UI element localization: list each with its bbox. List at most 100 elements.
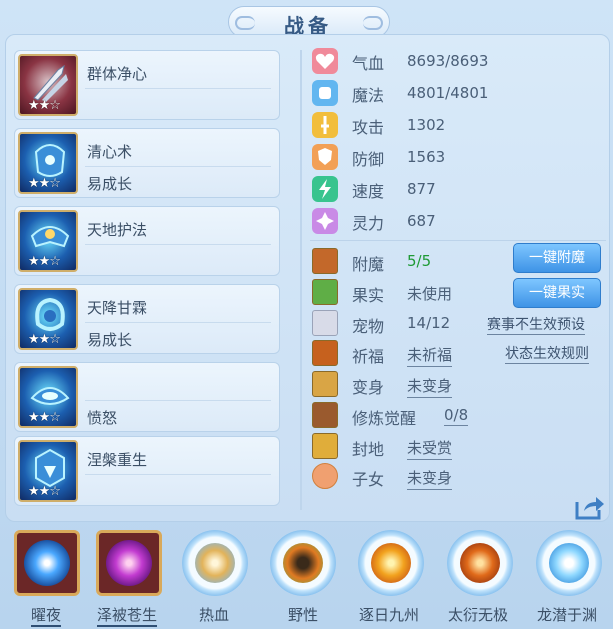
pray-icon	[312, 340, 338, 366]
stat-label: 灵力	[352, 214, 385, 233]
stat-value: 1302	[407, 116, 446, 134]
lightning-icon	[312, 176, 338, 202]
child-label: 子女	[352, 470, 385, 489]
sword-icon	[312, 112, 338, 138]
fief-value[interactable]: 未受赏	[407, 437, 453, 460]
skill-stars: ★★☆	[28, 484, 61, 499]
skill-stars: ★★☆	[28, 410, 61, 425]
talent-label: 热血	[199, 606, 230, 624]
skill-stars: ★★☆	[28, 332, 61, 347]
divider	[85, 400, 271, 401]
talent-label: 太衍无极	[448, 606, 509, 624]
armor-icon: ★★☆	[18, 288, 78, 350]
beast-icon	[283, 543, 323, 583]
one-click-fruit-button[interactable]: 一键果实	[513, 278, 601, 308]
transform-icon	[312, 371, 338, 397]
transform-label: 变身	[352, 378, 385, 397]
weapon-icon: ★★☆	[18, 54, 78, 116]
divider	[85, 88, 271, 89]
cultivate-label: 修炼觉醒	[352, 409, 417, 428]
status-rules-link[interactable]: 状态生效规则	[505, 343, 589, 364]
night-orb-icon	[24, 540, 70, 586]
column-divider	[300, 50, 302, 510]
divider	[310, 240, 606, 241]
skill-name: 清心术	[87, 143, 133, 161]
skill-card[interactable]: ★★☆ 涅槃重生	[14, 436, 280, 506]
skill-stars: ★★☆	[28, 98, 61, 113]
divider	[85, 322, 271, 323]
dragon-icon	[549, 543, 589, 583]
skill-name: 天降甘霖	[87, 299, 148, 317]
stat-label: 攻击	[352, 118, 385, 137]
skill-name: 天地护法	[87, 221, 148, 239]
palm-icon	[106, 540, 152, 586]
armor-icon: ★★☆	[18, 210, 78, 272]
child-icon	[312, 463, 338, 489]
heart-icon	[312, 48, 338, 74]
one-click-enchant-button[interactable]: 一键附魔	[513, 243, 601, 273]
skill-card[interactable]: ★★☆ 群体净心	[14, 50, 280, 120]
fruit-icon	[312, 279, 338, 305]
fruit-label: 果实	[352, 286, 385, 305]
talent-label: 泽被苍生	[97, 604, 158, 627]
child-value[interactable]: 未变身	[407, 467, 453, 490]
talent-palm[interactable]	[96, 530, 162, 596]
stat-label: 气血	[352, 54, 385, 73]
fief-label: 封地	[352, 440, 385, 459]
stat-label: 速度	[352, 182, 385, 201]
skill-stars: ★★☆	[28, 176, 61, 191]
divider	[85, 166, 271, 167]
talent-warrior[interactable]	[182, 530, 248, 596]
stat-value: 877	[407, 180, 436, 198]
fief-icon	[312, 433, 338, 459]
divider	[85, 244, 271, 245]
talent-beast[interactable]	[270, 530, 336, 596]
talent-label: 曜夜	[31, 604, 62, 627]
skill-name: 群体净心	[87, 65, 148, 83]
enchant-icon	[312, 248, 338, 274]
talent-dragon[interactable]	[536, 530, 602, 596]
talent-drum[interactable]	[447, 530, 513, 596]
skill-card[interactable]: ★★☆ 天地护法	[14, 206, 280, 276]
divider	[85, 474, 271, 475]
stat-value: 8693/8693	[407, 52, 489, 70]
skill-card[interactable]: ★★☆ 清心术 易成长	[14, 128, 280, 198]
talent-label: 野性	[288, 606, 319, 624]
skill-name: 涅槃重生	[87, 451, 148, 469]
warrior-icon	[195, 543, 235, 583]
pet-icon	[312, 310, 338, 336]
share-icon[interactable]	[574, 494, 606, 520]
cultivate-value[interactable]: 0/8	[444, 406, 469, 426]
sun-ring-icon	[371, 543, 411, 583]
skill-card[interactable]: ★★☆ 愤怒	[14, 362, 280, 432]
skill-card[interactable]: ★★☆ 天降甘霖 易成长	[14, 284, 280, 354]
pet-label: 宠物	[352, 317, 385, 336]
talent-night-orb[interactable]	[14, 530, 80, 596]
stat-value: 687	[407, 212, 436, 230]
stat-label: 防御	[352, 150, 385, 169]
talent-sun-ring[interactable]	[358, 530, 424, 596]
drum-icon	[460, 543, 500, 583]
skill-sub: 愤怒	[87, 409, 118, 427]
contest-preset-link[interactable]: 赛事不生效预设	[487, 314, 585, 335]
cultivate-icon	[312, 402, 338, 428]
enchant-label: 附魔	[352, 255, 385, 274]
stat-label: 魔法	[352, 86, 385, 105]
shield-icon	[312, 144, 338, 170]
pray-value[interactable]: 未祈福	[407, 344, 453, 367]
transform-value[interactable]: 未变身	[407, 375, 453, 398]
skill-sub: 易成长	[87, 331, 133, 349]
talent-label: 龙潜于渊	[537, 606, 598, 624]
stat-value: 4801/4801	[407, 84, 489, 102]
pray-label: 祈福	[352, 347, 385, 366]
armor-icon: ★★☆	[18, 132, 78, 194]
stat-value: 1563	[407, 148, 446, 166]
talent-bar: 曜夜 泽被苍生 热血 野性 逐日九州 太衍无极 龙潜于渊	[0, 524, 613, 629]
enchant-value: 5/5	[407, 252, 432, 270]
armor-icon: ★★☆	[18, 440, 78, 502]
skill-stars: ★★☆	[28, 254, 61, 269]
mana-icon	[312, 80, 338, 106]
skill-sub: 易成长	[87, 175, 133, 193]
talent-label: 逐日九州	[359, 606, 420, 624]
spirit-icon	[312, 208, 338, 234]
